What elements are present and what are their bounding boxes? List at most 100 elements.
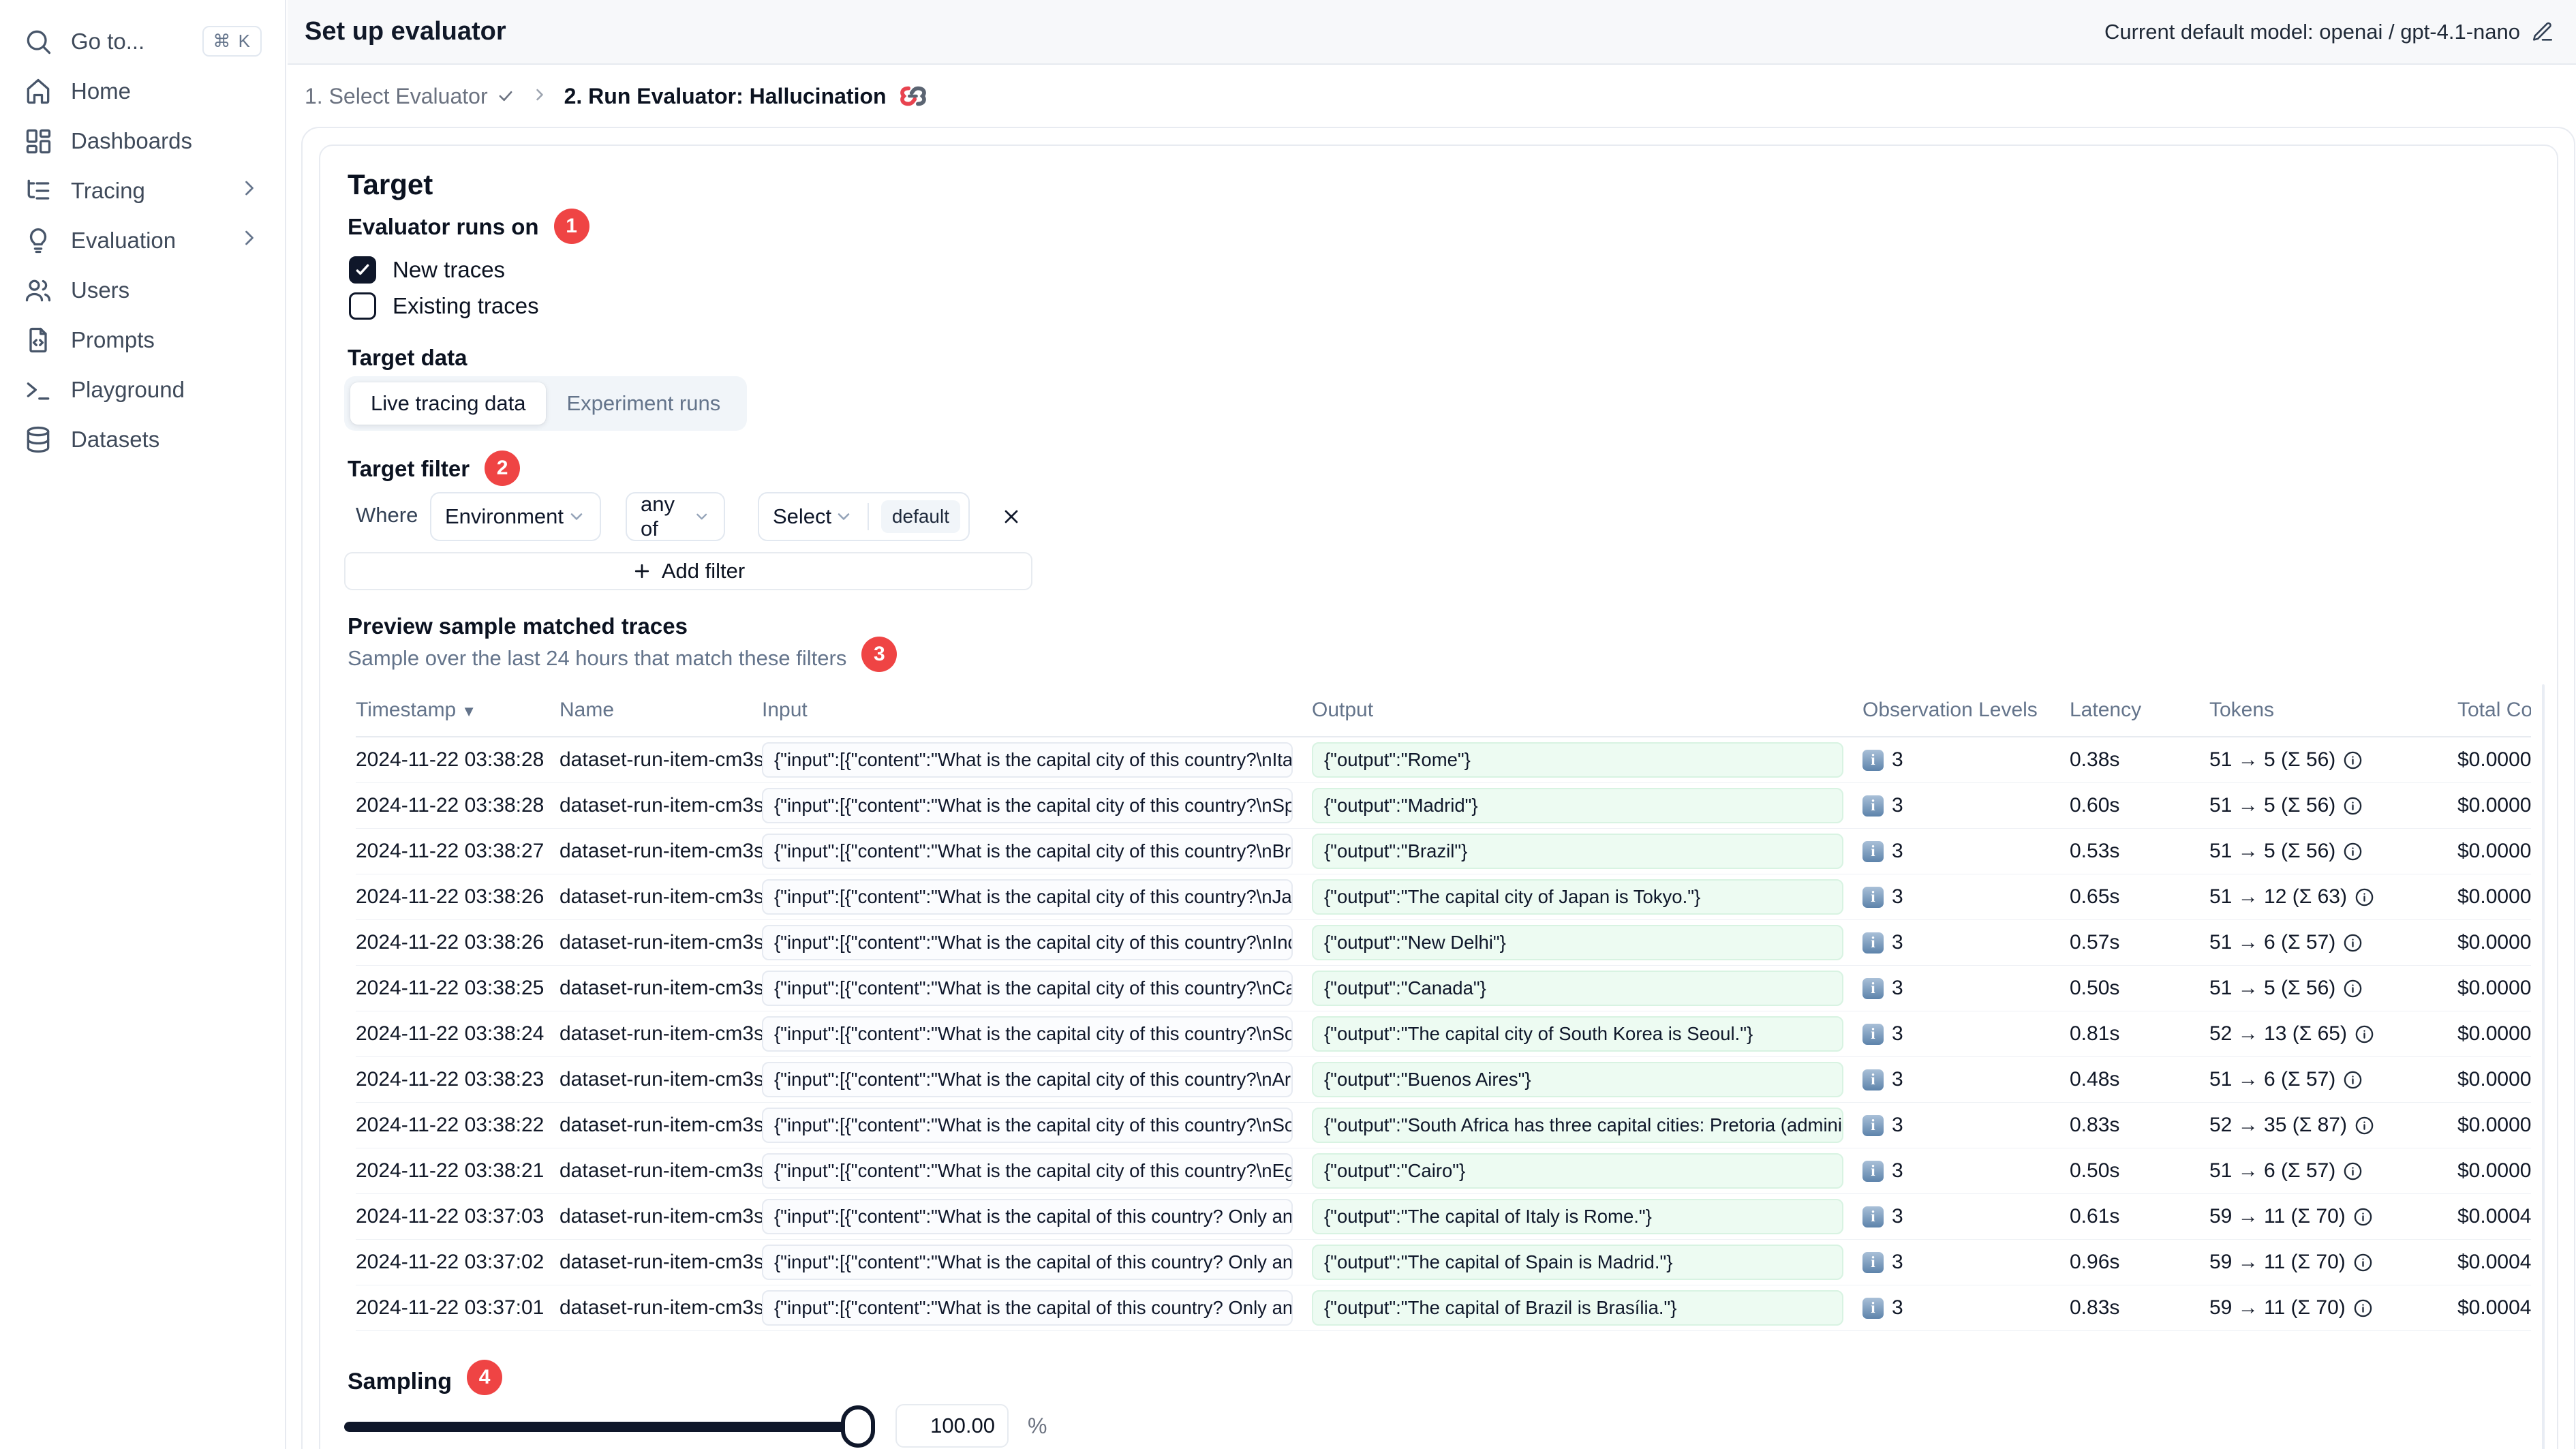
table-row[interactable]: 2024-11-22 03:38:26 dataset-run-item-cm3… (356, 874, 2531, 920)
goto-label: Go to... (71, 28, 145, 54)
sampling-percent-input[interactable]: 100.00 (895, 1404, 1009, 1448)
observation-level-icon: i (1862, 1206, 1884, 1227)
cell-timestamp: 2024-11-22 03:37:01 (356, 1296, 545, 1319)
cell-name: dataset-run-item-cm3s4 (559, 931, 762, 954)
info-icon[interactable] (2354, 1024, 2375, 1045)
tracing-icon (27, 179, 50, 200)
cell-timestamp: 2024-11-22 03:38:26 (356, 931, 545, 954)
table-row[interactable]: 2024-11-22 03:38:22 dataset-run-item-cm3… (356, 1103, 2531, 1148)
cell-latency: 0.65s (2070, 885, 2120, 908)
cell-output: {"output":"The capital of Italy is Rome.… (1312, 1199, 1843, 1234)
cell-name: dataset-run-item-cm3s4 (559, 1068, 762, 1090)
filter-where-label: Where (356, 503, 418, 527)
sidebar-item-tracing[interactable]: Tracing (0, 166, 285, 215)
sidebar-item-label: Users (71, 277, 130, 303)
tab-experiment-runs[interactable]: Experiment runs (546, 382, 741, 425)
info-icon[interactable] (2342, 932, 2363, 954)
sampling-slider-thumb[interactable] (841, 1405, 875, 1448)
cell-observation-count: 3 (1892, 977, 1903, 999)
column-header-total-cost[interactable]: Total Cost (2457, 699, 2531, 722)
checkbox-existing-traces[interactable]: Existing traces (349, 292, 539, 320)
info-icon[interactable] (2342, 1161, 2363, 1182)
cell-input: {"input":[{"content":"What is the capita… (762, 788, 1293, 823)
cell-latency: 0.53s (2070, 840, 2120, 862)
cell-output: {"output":"South Africa has three capita… (1312, 1108, 1843, 1143)
cell-timestamp: 2024-11-22 03:38:21 (356, 1159, 545, 1182)
filter-operator-select[interactable]: any of (626, 492, 725, 541)
cell-name: dataset-run-item-cm3s4 (559, 1159, 762, 1182)
tab-live-tracing-data[interactable]: Live tracing data (350, 382, 547, 425)
column-header-latency[interactable]: Latency (2070, 699, 2209, 722)
cell-output: {"output":"The capital city of Japan is … (1312, 879, 1843, 915)
goto-search[interactable]: Go to... ⌘ K (0, 16, 285, 66)
info-icon[interactable] (2342, 978, 2363, 999)
column-header-name[interactable]: Name (559, 699, 762, 722)
filter-value-select[interactable]: Select default (758, 492, 970, 541)
sidebar-item-dashboards[interactable]: Dashboards (0, 116, 285, 166)
table-row[interactable]: 2024-11-22 03:38:28 dataset-run-item-cm3… (356, 737, 2531, 783)
observation-level-icon: i (1862, 840, 1884, 862)
cell-tokens: 59 → 11 (Σ 70) (2209, 1251, 2346, 1273)
cell-timestamp: 2024-11-22 03:38:28 (356, 794, 545, 817)
info-icon[interactable] (2342, 750, 2363, 771)
cell-latency: 0.38s (2070, 748, 2120, 771)
info-icon[interactable] (2352, 1298, 2374, 1319)
table-row[interactable]: 2024-11-22 03:38:25 dataset-run-item-cm3… (356, 966, 2531, 1011)
edit-pencil-icon[interactable] (2531, 20, 2554, 44)
cell-timestamp: 2024-11-22 03:38:28 (356, 748, 545, 771)
cell-timestamp: 2024-11-22 03:38:23 (356, 1068, 545, 1090)
info-icon[interactable] (2352, 1252, 2374, 1273)
checkbox-new-traces[interactable]: New traces (349, 256, 505, 284)
info-icon[interactable] (2354, 887, 2375, 908)
table-row[interactable]: 2024-11-22 03:38:24 dataset-run-item-cm3… (356, 1011, 2531, 1057)
cell-name: dataset-run-item-cm3s4 (559, 748, 762, 771)
sidebar-item-prompts[interactable]: Prompts (0, 315, 285, 365)
check-icon (499, 91, 512, 102)
table-row[interactable]: 2024-11-22 03:37:01 dataset-run-item-cm3… (356, 1285, 2531, 1331)
info-icon[interactable] (2342, 795, 2363, 817)
cell-tokens: 51 → 5 (Σ 56) (2209, 840, 2336, 862)
cell-cost: $0.000011 ( (2457, 1068, 2531, 1090)
cell-name: dataset-run-item-cm3s4 (559, 1022, 762, 1045)
sidebar-item-users[interactable]: Users (0, 265, 285, 315)
table-row[interactable]: 2024-11-22 03:38:27 dataset-run-item-cm3… (356, 829, 2531, 874)
cell-latency: 0.57s (2070, 931, 2120, 954)
table-row[interactable]: 2024-11-22 03:38:28 dataset-run-item-cm3… (356, 783, 2531, 829)
column-header-timestamp[interactable]: Timestamp ▼ (356, 699, 559, 722)
cell-tokens: 51 → 6 (Σ 57) (2209, 1159, 2336, 1182)
info-icon[interactable] (2352, 1206, 2374, 1227)
sidebar-item-home[interactable]: Home (0, 66, 285, 116)
cell-cost: $0.000011 ( (2457, 931, 2531, 954)
breadcrumb-step1[interactable]: 1. Select Evaluator (305, 84, 515, 109)
cell-latency: 0.61s (2070, 1205, 2120, 1227)
column-header-observation-levels[interactable]: Observation Levels (1862, 699, 2070, 722)
add-filter-button[interactable]: Add filter (344, 552, 1032, 590)
table-scrollbar[interactable] (2542, 684, 2545, 1449)
chevron-down-icon (570, 513, 583, 520)
topbar: Set up evaluator Current default model: … (288, 0, 2576, 65)
column-header-input[interactable]: Input (762, 699, 1312, 722)
info-icon[interactable] (2342, 841, 2363, 862)
filter-column-value: Environment (445, 504, 564, 528)
cell-latency: 0.83s (2070, 1114, 2120, 1136)
table-row[interactable]: 2024-11-22 03:38:26 dataset-run-item-cm3… (356, 920, 2531, 966)
table-row[interactable]: 2024-11-22 03:38:23 dataset-run-item-cm3… (356, 1057, 2531, 1103)
cell-tokens: 51 → 5 (Σ 56) (2209, 748, 2336, 771)
remove-filter-button[interactable] (996, 502, 1026, 532)
chevron-right-icon (530, 85, 549, 108)
sampling-slider[interactable] (344, 1422, 862, 1432)
filter-column-select[interactable]: Environment (430, 492, 601, 541)
table-row[interactable]: 2024-11-22 03:38:21 dataset-run-item-cm3… (356, 1148, 2531, 1194)
table-row[interactable]: 2024-11-22 03:37:03 dataset-run-item-cm3… (356, 1194, 2531, 1240)
info-icon[interactable] (2354, 1115, 2375, 1136)
table-row[interactable]: 2024-11-22 03:37:02 dataset-run-item-cm3… (356, 1240, 2531, 1285)
preview-heading: Preview sample matched traces (348, 613, 688, 639)
filter-value-chip: default (880, 500, 960, 533)
sidebar-item-playground[interactable]: Playground (0, 365, 285, 414)
column-header-tokens[interactable]: Tokens (2209, 699, 2457, 722)
sidebar-item-evaluation[interactable]: Evaluation (0, 215, 285, 265)
column-header-output[interactable]: Output (1312, 699, 1862, 722)
info-icon[interactable] (2342, 1069, 2363, 1090)
breadcrumb-step2[interactable]: 2. Run Evaluator: Hallucination (564, 84, 929, 109)
sidebar-item-datasets[interactable]: Datasets (0, 414, 285, 464)
